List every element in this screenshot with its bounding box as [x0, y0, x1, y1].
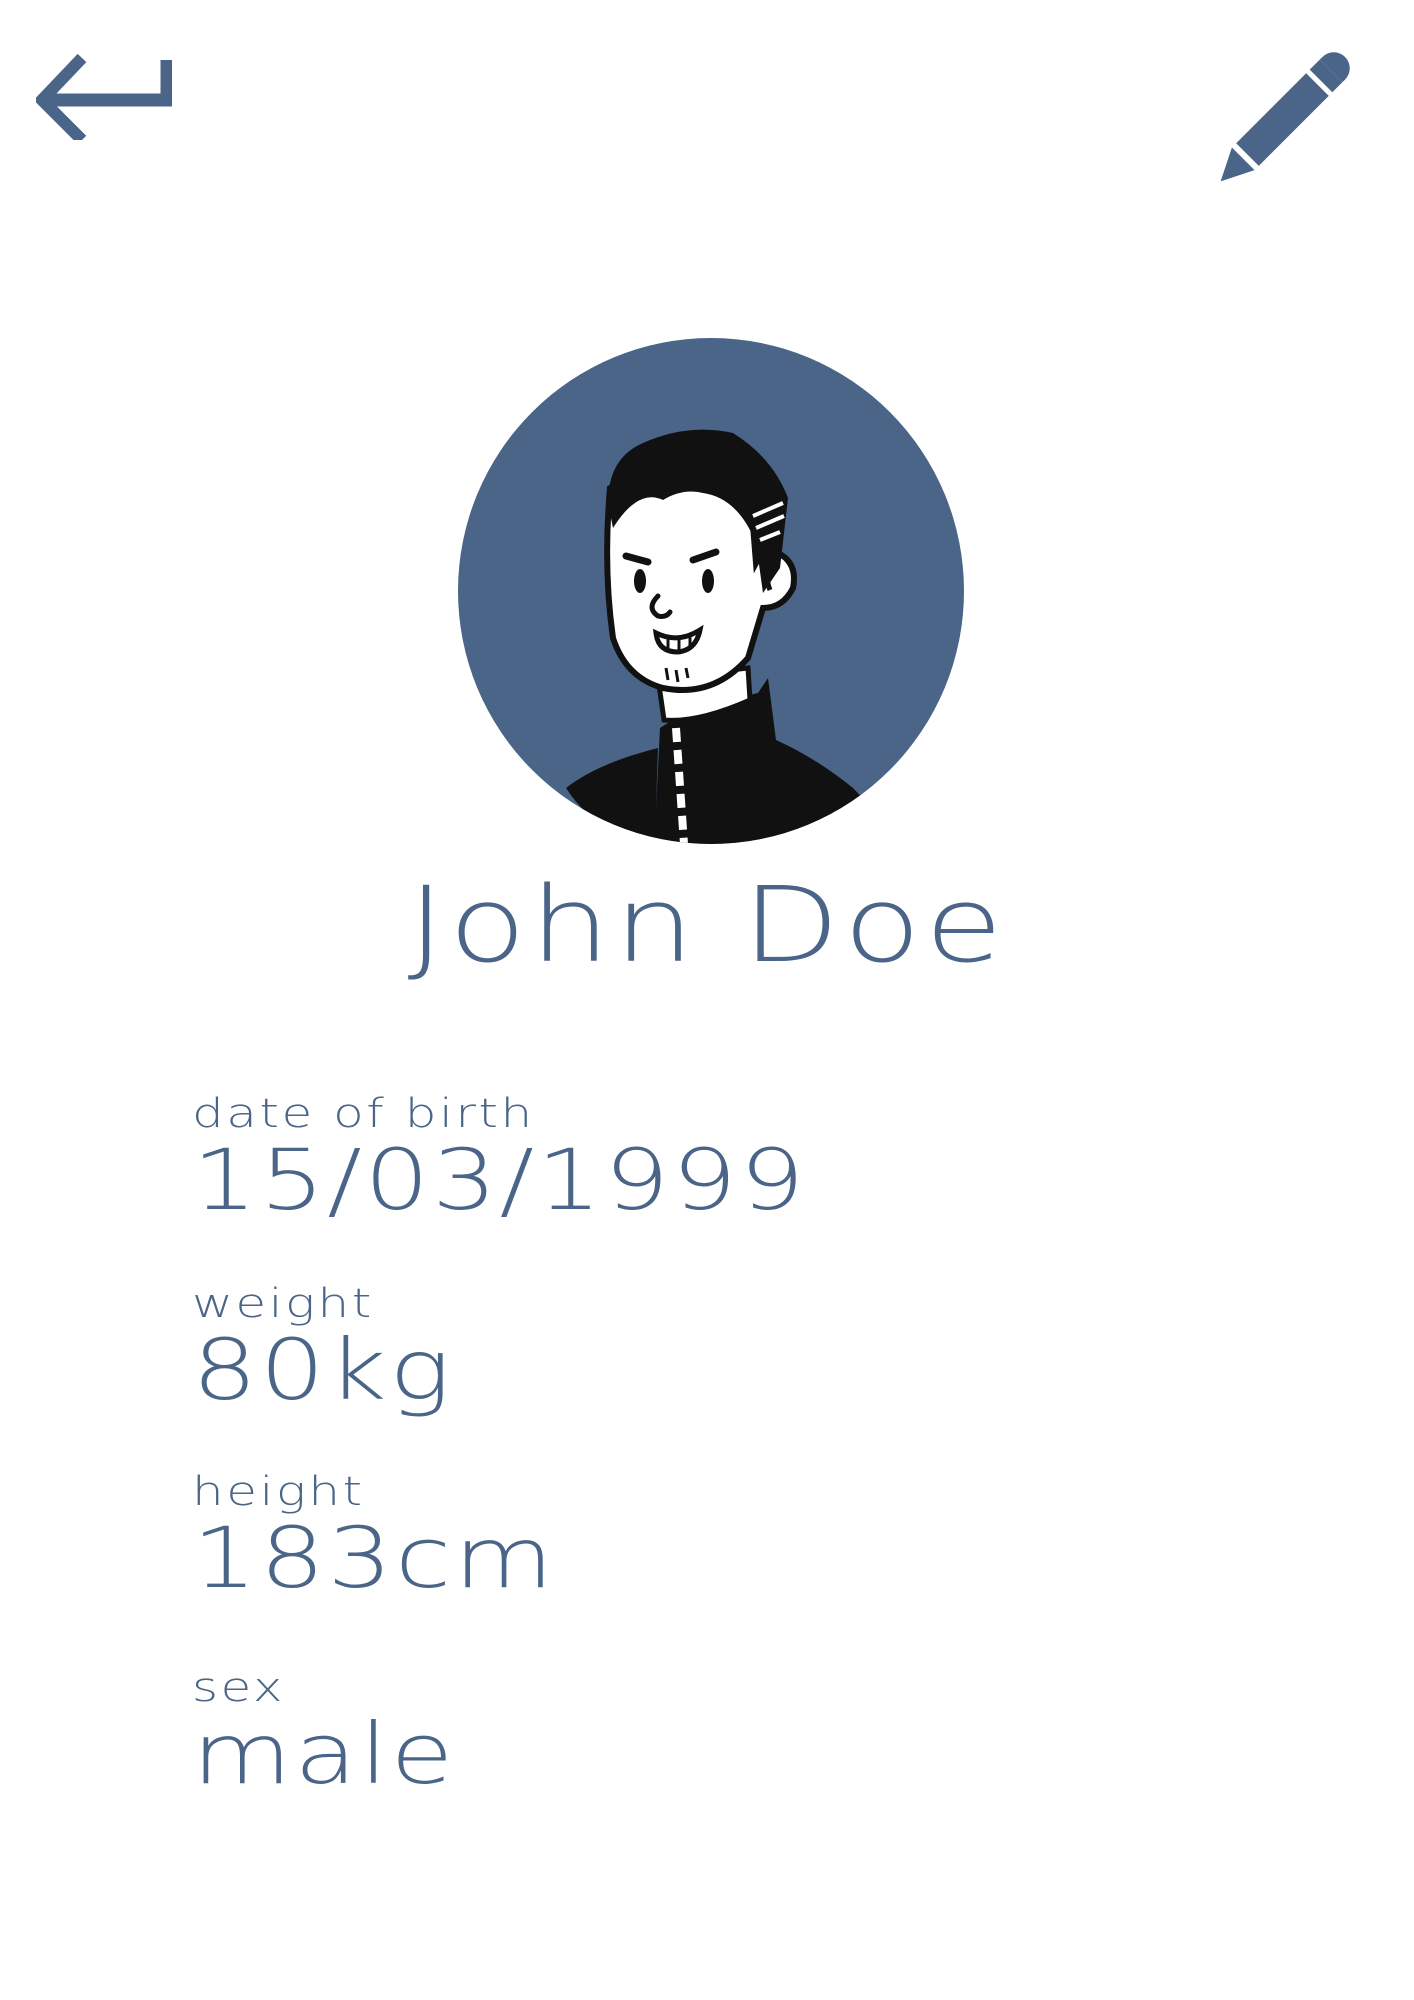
edit-button[interactable]	[1205, 48, 1355, 196]
info-label: date of birth	[192, 1091, 535, 1137]
info-weight: weight 80kg	[192, 1282, 1092, 1414]
pencil-icon	[1220, 52, 1350, 182]
avatar	[458, 338, 964, 844]
info-value: 80kg	[192, 1321, 454, 1419]
back-button[interactable]	[33, 48, 174, 145]
info-label: height	[192, 1469, 365, 1515]
cartoon-man-portrait	[566, 429, 878, 844]
info-value: male	[192, 1705, 456, 1803]
return-arrow-icon	[33, 53, 174, 145]
info-label: weight	[192, 1281, 374, 1327]
info-label: sex	[192, 1665, 286, 1711]
info-value: 183cm	[192, 1509, 556, 1607]
info-value: 15/03/1999	[192, 1131, 808, 1229]
info-date-of-birth: date of birth 15/03/1999	[192, 1092, 1092, 1224]
user-name: John Doe	[407, 864, 1007, 986]
info-sex: sex male	[192, 1666, 1092, 1798]
info-height: height 183cm	[192, 1470, 1092, 1602]
